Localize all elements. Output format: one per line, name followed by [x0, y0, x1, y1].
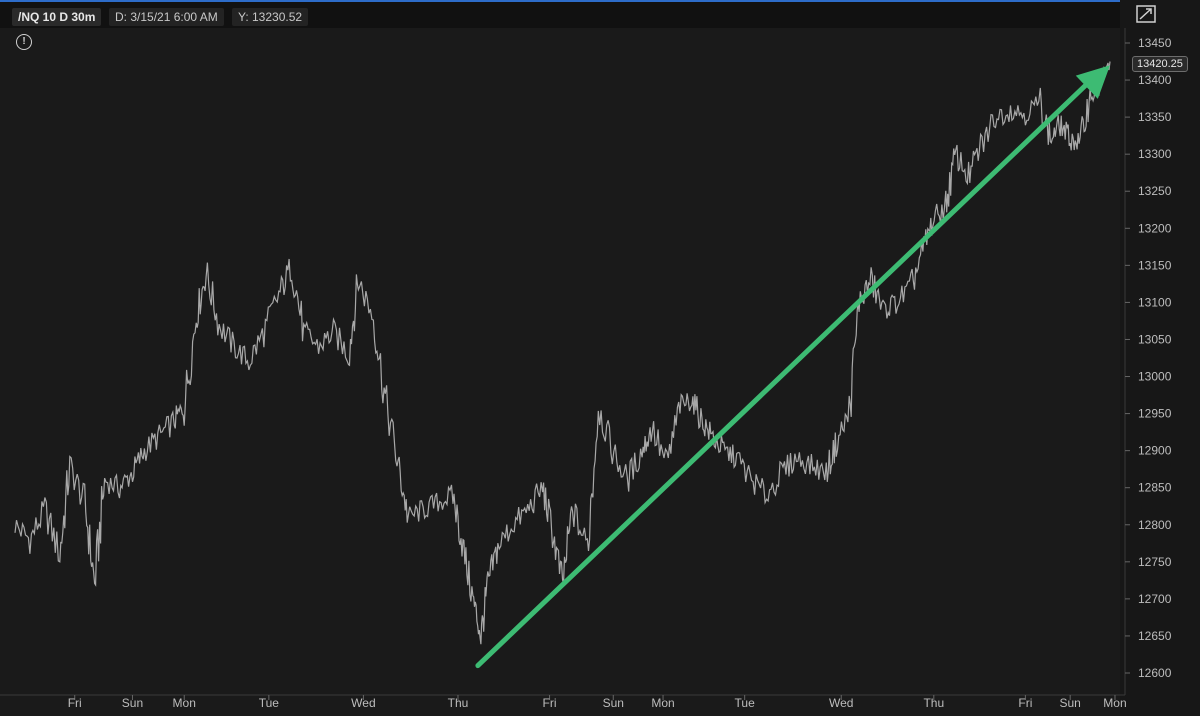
x-tick-label-12: Fri	[1018, 696, 1032, 710]
y-tick-label-5: 12850	[1138, 481, 1172, 495]
x-tick-label-14: Mon	[1103, 696, 1126, 710]
y-tick-label-11: 13150	[1138, 258, 1172, 272]
x-tick-label-3: Tue	[259, 696, 280, 710]
x-tick-label-10: Wed	[829, 696, 853, 710]
y-tick-label-4: 12800	[1138, 518, 1172, 532]
y-tick-label-2: 12700	[1138, 592, 1172, 606]
y-tick-label-16: 13400	[1138, 73, 1172, 87]
trend-arrow-line	[475, 76, 1095, 669]
x-tick-label-0: Fri	[68, 696, 82, 710]
y-tick-label-13: 13250	[1138, 184, 1172, 198]
y-tick-label-9: 13050	[1138, 332, 1172, 346]
x-tick-label-8: Mon	[651, 696, 674, 710]
x-tick-label-6: Fri	[543, 696, 557, 710]
y-tick-label-12: 13200	[1138, 221, 1172, 235]
chart-svg: 12600 12650 12700 12750 12800 12850 12900 12950…	[0, 28, 1172, 710]
last-price-tag: 13420.25	[1132, 56, 1188, 72]
x-tick-label-4: Wed	[351, 696, 375, 710]
x-tick-label-1: Sun	[122, 696, 143, 710]
x-tick-label-2: Mon	[173, 696, 196, 710]
x-tick-label-5: Thu	[448, 696, 469, 710]
y-tick-label-7: 12950	[1138, 407, 1172, 421]
y-tick-label-15: 13350	[1138, 110, 1172, 124]
y-tick-label-3: 12750	[1138, 555, 1172, 569]
zoom-icon[interactable]	[1136, 5, 1156, 23]
y-tick-label-0: 12600	[1138, 666, 1172, 680]
trend-arrow-head	[1075, 65, 1110, 99]
y-tick-label-14: 13300	[1138, 147, 1172, 161]
x-tick-label-7: Sun	[603, 696, 624, 710]
y-tick-label-1: 12650	[1138, 629, 1172, 643]
y-tick-label-10: 13100	[1138, 295, 1172, 309]
price-line	[14, 61, 1111, 645]
y-tick-label-6: 12900	[1138, 444, 1172, 458]
x-tick-label-11: Thu	[923, 696, 944, 710]
y-tick-label-17: 13450	[1138, 36, 1172, 50]
x-tick-label-13: Sun	[1060, 696, 1081, 710]
info-icon[interactable]: !	[16, 34, 32, 50]
y-tick-label-8: 13000	[1138, 370, 1172, 384]
x-tick-label-9: Tue	[735, 696, 756, 710]
